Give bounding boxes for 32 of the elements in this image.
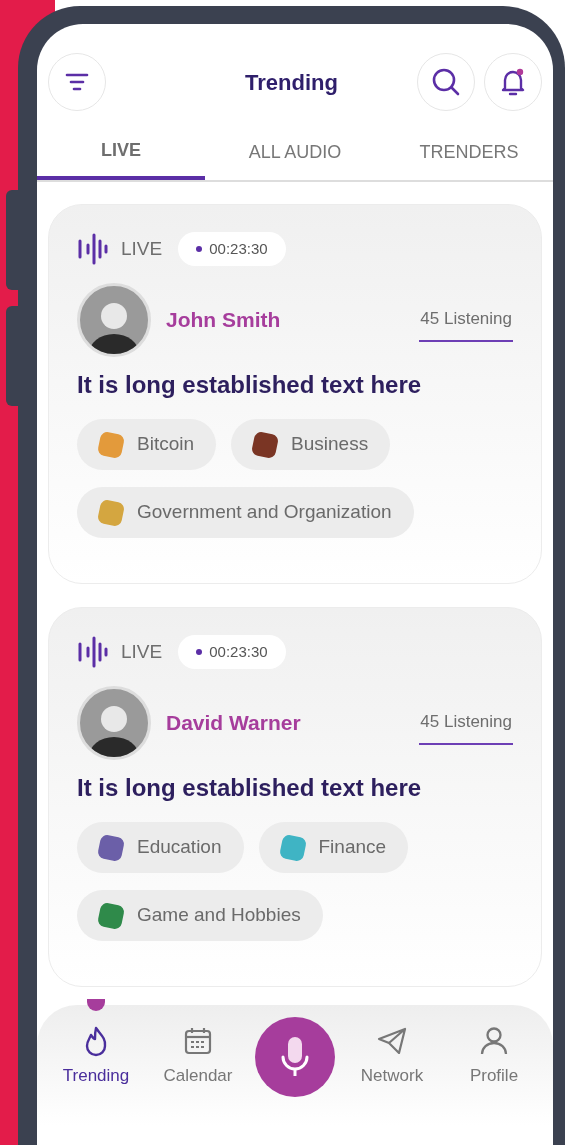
topic-tag[interactable]: Game and Hobbies xyxy=(77,890,323,941)
nav-item[interactable]: Calendar xyxy=(153,999,243,1089)
page-title: Trending xyxy=(244,68,339,97)
tab[interactable]: LIVE xyxy=(37,132,205,180)
host-name: John Smith xyxy=(166,307,281,334)
duration: 00:23:30 xyxy=(209,238,268,259)
host-name: David Warner xyxy=(166,710,301,737)
topic-tag[interactable]: Government and Organization xyxy=(77,487,414,538)
duration: 00:23:30 xyxy=(209,641,268,662)
person-icon xyxy=(478,1025,510,1057)
tab[interactable]: ALL AUDIO xyxy=(205,132,385,180)
nav-item[interactable]: Trending xyxy=(51,999,141,1089)
listener-count: 45 Listening xyxy=(419,306,513,342)
search-icon xyxy=(431,67,461,97)
tab[interactable]: TRENDERS xyxy=(385,132,553,180)
nav-item[interactable]: Network xyxy=(347,999,437,1089)
audio-wave-icon xyxy=(77,232,109,266)
nav-item[interactable]: Profile xyxy=(449,999,539,1089)
topic-tag[interactable]: Finance xyxy=(258,822,409,873)
audio-wave-icon xyxy=(77,635,109,669)
topic-tag[interactable]: Business xyxy=(231,419,391,470)
listener-count: 45 Listening xyxy=(419,709,513,745)
post-title: It is long established text here xyxy=(77,773,423,803)
post-title: It is long established text here xyxy=(77,370,423,400)
calendar-icon xyxy=(182,1025,214,1057)
paper-plane-icon xyxy=(376,1025,408,1057)
filter-icon xyxy=(64,71,90,93)
live-label: LIVE xyxy=(121,236,163,261)
live-label: LIVE xyxy=(121,639,163,664)
bell-icon xyxy=(499,67,527,97)
topic-tag[interactable]: Bitcoin xyxy=(77,419,217,470)
topic-tag[interactable]: Education xyxy=(77,822,244,873)
